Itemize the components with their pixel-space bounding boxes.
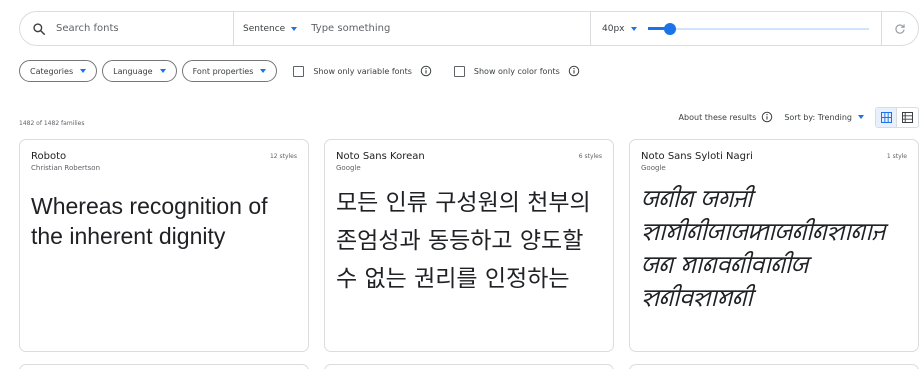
font-family-name: Noto Sans Korean bbox=[336, 151, 425, 162]
grid-icon bbox=[880, 111, 892, 123]
refresh-icon bbox=[895, 23, 905, 34]
variable-fonts-option: Show only variable fonts bbox=[293, 65, 432, 77]
chevron-down-icon bbox=[260, 69, 267, 73]
chevron-down-icon bbox=[291, 26, 298, 31]
sort-dropdown[interactable]: Sort by: Trending bbox=[784, 113, 864, 122]
font-card-partial[interactable] bbox=[19, 364, 309, 369]
font-card-partial[interactable] bbox=[629, 364, 919, 369]
font-card-partial[interactable] bbox=[324, 364, 614, 369]
view-toggle bbox=[875, 106, 919, 128]
font-designer: Christian Robertson bbox=[31, 164, 101, 172]
slider-thumb[interactable] bbox=[663, 22, 676, 35]
font-size-label: 40px bbox=[602, 23, 625, 34]
categories-filter[interactable]: Categories bbox=[19, 60, 98, 82]
info-icon[interactable] bbox=[420, 65, 432, 77]
chevron-down-icon bbox=[80, 69, 87, 73]
preview-mode-label: Sentence bbox=[243, 23, 286, 34]
list-icon bbox=[902, 111, 913, 123]
chevron-down-icon bbox=[159, 69, 166, 73]
style-count: 12 styles bbox=[269, 153, 297, 160]
filter-row: Categories Language Font properties Show… bbox=[19, 60, 580, 82]
style-count: 1 style bbox=[886, 153, 907, 160]
chevron-down-icon bbox=[630, 26, 637, 31]
font-size-dropdown[interactable]: 40px bbox=[602, 24, 637, 34]
font-sample-text: ꠎꠘꠤꠘ ꠎꠉꠔꠤ ꠡꠣꠝꠤꠘꠤꠎꠣꠎꠇꠣꠎꠘꠤꠘꠡꠣꠘꠣꠔ ꠎꠘ ꠝꠣꠘꠛꠘꠤ… bbox=[641, 187, 885, 312]
info-icon[interactable] bbox=[568, 65, 580, 77]
reset-button[interactable] bbox=[882, 12, 918, 45]
preview-text-input[interactable]: Type something bbox=[311, 23, 390, 34]
font-toolbar: Search fonts Sentence Type something 40p… bbox=[19, 11, 919, 46]
font-properties-filter[interactable]: Font properties bbox=[181, 60, 278, 82]
font-size-slider[interactable] bbox=[647, 20, 869, 38]
color-fonts-label: Show only color fonts bbox=[473, 66, 560, 76]
font-size-control: 40px bbox=[591, 12, 882, 45]
search-input[interactable]: Search fonts bbox=[56, 23, 119, 34]
style-count: 6 styles bbox=[578, 153, 602, 160]
slider-track bbox=[647, 27, 869, 30]
search-field[interactable]: Search fonts bbox=[20, 12, 234, 45]
font-designer: Google bbox=[336, 164, 361, 172]
font-card-noto-sans-korean[interactable]: Noto Sans Korean 6 styles Google 모든 인류 구… bbox=[324, 139, 614, 352]
results-count: 1482 of 1482 families bbox=[19, 120, 85, 127]
grid-view-button[interactable] bbox=[876, 107, 897, 127]
chevron-down-icon bbox=[858, 115, 864, 119]
font-sample-text: Whereas recognition of the inherent dign… bbox=[31, 193, 268, 249]
preview-text-field: Sentence Type something bbox=[234, 12, 591, 45]
variable-fonts-checkbox[interactable] bbox=[293, 65, 305, 77]
list-view-button[interactable] bbox=[897, 108, 918, 127]
preview-mode-dropdown[interactable]: Sentence bbox=[243, 23, 298, 34]
results-controls: About these results Sort by: Trending bbox=[679, 106, 919, 128]
color-fonts-checkbox[interactable] bbox=[453, 65, 465, 77]
info-icon[interactable] bbox=[761, 111, 773, 123]
font-card-roboto[interactable]: Roboto 12 styles Christian Robertson Whe… bbox=[19, 139, 309, 352]
card-header: Roboto 12 styles bbox=[31, 151, 297, 162]
font-family-name: Noto Sans Syloti Nagri bbox=[641, 151, 753, 162]
search-icon bbox=[33, 22, 46, 35]
categories-label: Categories bbox=[30, 66, 74, 76]
card-header: Noto Sans Syloti Nagri 1 style bbox=[641, 151, 907, 162]
font-properties-label: Font properties bbox=[192, 66, 254, 76]
sort-label: Sort by: Trending bbox=[784, 112, 852, 122]
color-fonts-option: Show only color fonts bbox=[453, 65, 580, 77]
font-family-name: Roboto bbox=[31, 151, 67, 162]
variable-fonts-label: Show only variable fonts bbox=[313, 66, 412, 76]
font-card-noto-sans-syloti-nagri[interactable]: Noto Sans Syloti Nagri 1 style Google ꠎꠘ… bbox=[629, 139, 919, 352]
font-sample-text: 모든 인류 구성원의 천부의 존엄성과 동등하고 양도할 수 없는 권리를 인정… bbox=[336, 190, 591, 292]
about-results-label: About these results bbox=[678, 112, 757, 122]
font-designer: Google bbox=[641, 164, 666, 172]
language-label: Language bbox=[113, 66, 153, 76]
card-header: Noto Sans Korean 6 styles bbox=[336, 151, 602, 162]
language-filter[interactable]: Language bbox=[102, 60, 177, 82]
